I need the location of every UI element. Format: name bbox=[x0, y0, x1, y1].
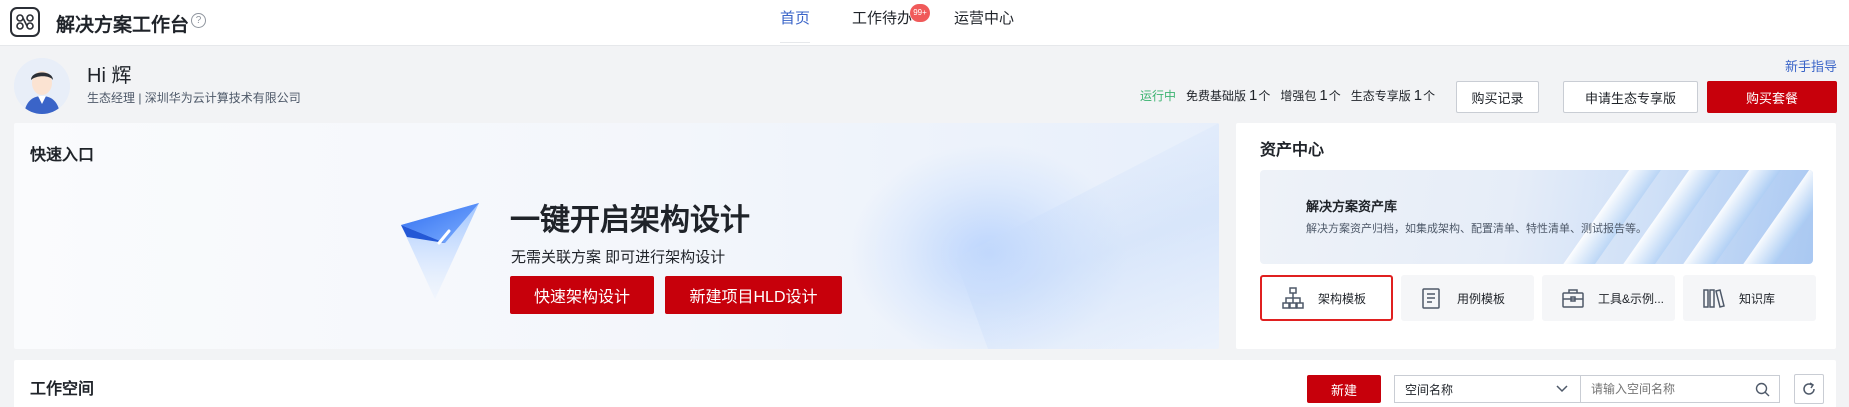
new-workspace-button[interactable]: 新建 bbox=[1307, 375, 1381, 403]
app-title: 解决方案工作台 bbox=[56, 15, 190, 36]
running-status: 运行中 bbox=[1140, 89, 1177, 103]
use-case-template-tile[interactable]: 用例模板 bbox=[1401, 275, 1534, 321]
nav-label-todo: 工作待办 bbox=[852, 10, 913, 27]
nav-label-operations: 运营中心 bbox=[954, 10, 1015, 27]
chevron-down-icon bbox=[1556, 385, 1568, 393]
quick-entry-title: 快速入口 bbox=[30, 147, 95, 164]
document-list-icon bbox=[1419, 285, 1445, 311]
status-count: 1 bbox=[1413, 87, 1423, 104]
apply-exclusive-button[interactable]: 申请生态专享版 bbox=[1563, 81, 1698, 113]
quick-architecture-design-button[interactable]: 快速架构设计 bbox=[510, 276, 654, 314]
architecture-template-tile[interactable]: 架构模板 bbox=[1260, 275, 1393, 321]
refresh-button[interactable] bbox=[1794, 374, 1824, 404]
asset-center-title: 资产中心 bbox=[1260, 142, 1325, 159]
books-icon bbox=[1701, 285, 1727, 311]
app-logo-icon[interactable] bbox=[10, 7, 40, 37]
paper-plane-icon bbox=[401, 203, 479, 299]
architecture-icon bbox=[1280, 285, 1306, 311]
workspace-title: 工作空间 bbox=[30, 381, 95, 398]
workspace-card: 工作空间 新建 空间名称 bbox=[14, 360, 1836, 407]
asset-library-name: 解决方案资产库 bbox=[1306, 199, 1398, 214]
status-unit: 个 bbox=[1328, 89, 1341, 103]
solution-asset-library-banner[interactable]: 解决方案资产库 解决方案资产归档，如集成架构、配置清单、特性清单、测试报告等。 bbox=[1260, 170, 1813, 264]
new-hld-design-button[interactable]: 新建项目HLD设计 bbox=[665, 276, 842, 314]
select-value: 空间名称 bbox=[1405, 382, 1454, 397]
status-label: 生态专享版 bbox=[1350, 89, 1411, 103]
hero-title: 一键开启架构设计 bbox=[510, 204, 750, 237]
main-nav: 首页 工作待办 99+ 运营中心 bbox=[780, 0, 1056, 46]
subscription-status: 运行中 免费基础版 1 个 增强包 1 个 生态专享版 1 个 bbox=[1140, 87, 1445, 104]
tile-label: 工具&示例... bbox=[1598, 291, 1665, 306]
tile-label: 架构模板 bbox=[1318, 291, 1367, 306]
beginner-guide-link[interactable]: 新手指导 bbox=[1785, 56, 1837, 75]
status-label: 免费基础版 bbox=[1186, 89, 1247, 103]
asset-center-card: 资产中心 解决方案资产库 解决方案资产归档，如集成架构、配置清单、特性清单、测试… bbox=[1236, 123, 1836, 349]
status-count: 1 bbox=[1319, 87, 1328, 104]
toolbox-icon bbox=[1560, 285, 1586, 311]
refresh-icon bbox=[1803, 382, 1815, 395]
nav-item-home[interactable]: 首页 bbox=[780, 0, 811, 46]
user-greeting: Hi 辉 bbox=[87, 65, 132, 87]
nav-item-operations[interactable]: 运营中心 bbox=[954, 0, 1014, 46]
nav-label-home: 首页 bbox=[780, 10, 811, 27]
buy-package-button[interactable]: 购买套餐 bbox=[1707, 81, 1837, 113]
purchase-record-button[interactable]: 购买记录 bbox=[1456, 81, 1539, 113]
status-label: 增强包 bbox=[1280, 89, 1317, 103]
status-count: 1 bbox=[1249, 87, 1258, 104]
user-role-company: 生态经理 | 深圳华为云计算技术有限公司 bbox=[87, 91, 301, 105]
workspace-field-select[interactable]: 空间名称 bbox=[1394, 375, 1580, 403]
workspace-search-input[interactable] bbox=[1580, 375, 1780, 403]
todo-count-badge: 99+ bbox=[910, 4, 931, 22]
status-unit: 个 bbox=[1423, 89, 1436, 103]
tools-examples-tile[interactable]: 工具&示例... bbox=[1542, 275, 1675, 321]
top-bar: 解决方案工作台 ? 首页 工作待办 99+ 运营中心 bbox=[0, 0, 1849, 46]
hero-subtitle: 无需关联方案 即可进行架构设计 bbox=[511, 249, 726, 266]
nav-item-todo[interactable]: 工作待办 99+ bbox=[852, 0, 931, 46]
search-icon[interactable] bbox=[1755, 382, 1770, 397]
tile-label: 用例模板 bbox=[1457, 291, 1506, 306]
knowledge-base-tile[interactable]: 知识库 bbox=[1683, 275, 1816, 321]
asset-library-description: 解决方案资产归档，如集成架构、配置清单、特性清单、测试报告等。 bbox=[1306, 223, 1647, 235]
tile-label: 知识库 bbox=[1739, 291, 1776, 306]
quick-entry-card: 快速入口 一键开启架构设计 无需关联方案 即可进行架构设计 快速架构设计 新建项… bbox=[14, 123, 1219, 349]
help-icon[interactable]: ? bbox=[191, 13, 206, 28]
avatar[interactable] bbox=[14, 58, 70, 114]
status-unit: 个 bbox=[1258, 89, 1271, 103]
